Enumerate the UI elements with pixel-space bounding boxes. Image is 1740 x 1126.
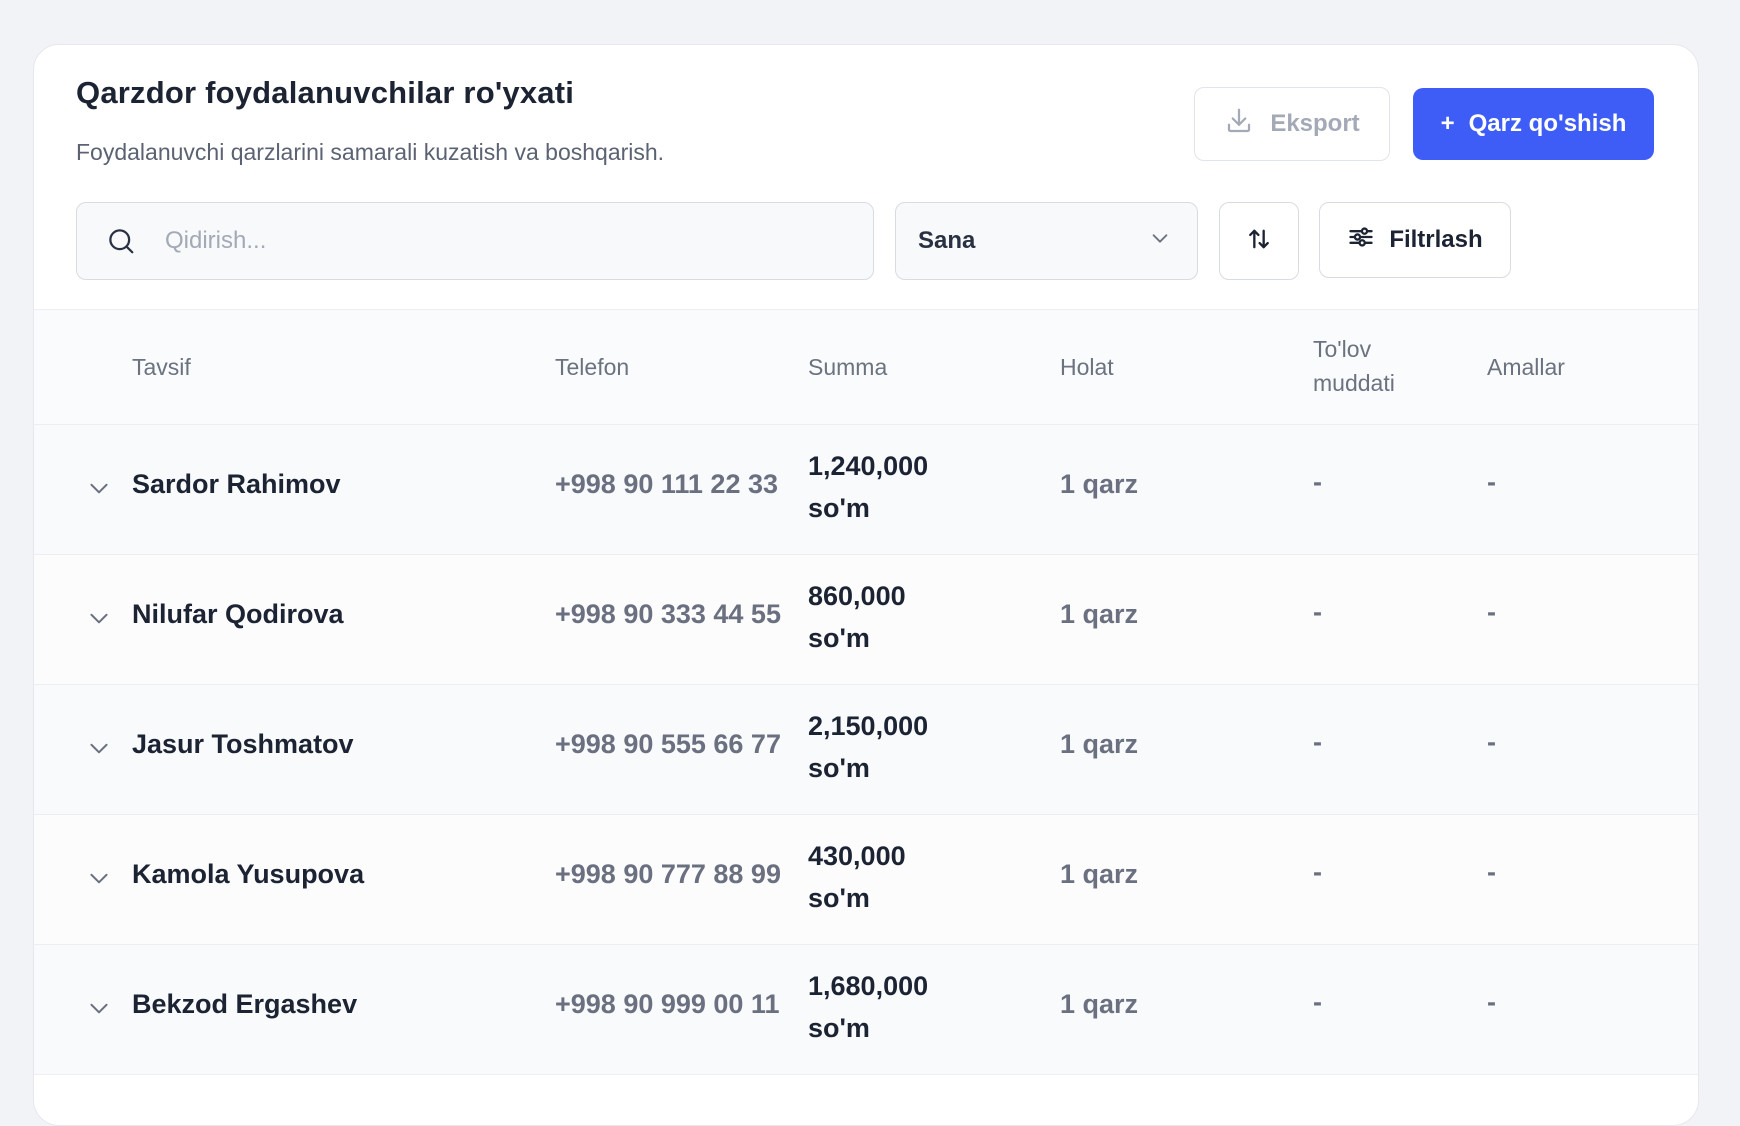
chevron-down-icon[interactable] bbox=[86, 995, 112, 1021]
debt-due-date: - bbox=[1313, 467, 1322, 497]
add-debt-label: Qarz qo'shish bbox=[1468, 110, 1627, 137]
debt-status: 1 qarz bbox=[1060, 989, 1139, 1019]
debt-status: 1 qarz bbox=[1060, 729, 1139, 759]
page-title: Qarzdor foydalanuvchilar ro'yxati bbox=[76, 75, 575, 110]
debtor-name: Jasur Toshmatov bbox=[132, 729, 354, 759]
debt-amount: 860,000 so'm bbox=[808, 575, 906, 659]
debtors-card: Qarzdor foydalanuvchilar ro'yxati Foydal… bbox=[33, 44, 1699, 1126]
debt-amount-currency: so'm bbox=[808, 1013, 870, 1043]
chevron-down-icon bbox=[1149, 227, 1171, 256]
row-actions: - bbox=[1487, 467, 1496, 497]
debtor-phone: +998 90 333 44 55 bbox=[555, 599, 781, 629]
table-body: Sardor Rahimov +998 90 111 22 33 1,240,0… bbox=[34, 425, 1698, 1075]
chevron-down-icon[interactable] bbox=[86, 605, 112, 631]
debtor-phone: +998 90 111 22 33 bbox=[555, 469, 778, 499]
column-header-description[interactable]: Tavsif bbox=[132, 350, 191, 384]
sort-field-select[interactable]: Sana bbox=[895, 202, 1198, 280]
debt-due-date: - bbox=[1313, 987, 1322, 1017]
column-header-due-date[interactable]: To'lov muddati bbox=[1313, 332, 1395, 400]
search-icon bbox=[105, 225, 137, 257]
row-actions: - bbox=[1487, 597, 1496, 627]
due-header-line1: To'lov bbox=[1313, 336, 1372, 362]
debt-amount: 430,000 so'm bbox=[808, 835, 906, 919]
table-row[interactable]: Jasur Toshmatov +998 90 555 66 77 2,150,… bbox=[34, 685, 1698, 815]
debt-amount: 1,240,000 so'm bbox=[808, 445, 928, 529]
debt-amount-value: 1,240,000 bbox=[808, 451, 929, 481]
column-header-amount[interactable]: Summa bbox=[808, 350, 887, 384]
chevron-down-icon[interactable] bbox=[86, 735, 112, 761]
debt-status: 1 qarz bbox=[1060, 599, 1139, 629]
debtor-name: Sardor Rahimov bbox=[132, 469, 341, 499]
sort-field-value: Sana bbox=[918, 227, 976, 254]
export-label: Eksport bbox=[1270, 110, 1360, 137]
card-header: Qarzdor foydalanuvchilar ro'yxati Foydal… bbox=[34, 45, 1698, 310]
debt-amount-value: 2,150,000 bbox=[808, 711, 929, 741]
debt-due-date: - bbox=[1313, 597, 1322, 627]
debt-amount: 2,150,000 so'm bbox=[808, 705, 928, 789]
due-header-line2: muddati bbox=[1313, 370, 1395, 396]
search-input[interactable] bbox=[163, 226, 847, 256]
table-row[interactable]: Sardor Rahimov +998 90 111 22 33 1,240,0… bbox=[34, 425, 1698, 555]
chevron-down-icon[interactable] bbox=[86, 475, 112, 501]
debt-amount-currency: so'm bbox=[808, 623, 870, 653]
table-header: Tavsif Telefon Summa Holat To'lov muddat… bbox=[34, 310, 1698, 425]
row-actions: - bbox=[1487, 987, 1496, 1017]
column-header-status[interactable]: Holat bbox=[1060, 350, 1114, 384]
debt-amount-value: 430,000 bbox=[808, 841, 906, 871]
debt-amount-currency: so'm bbox=[808, 883, 870, 913]
table-row[interactable]: Kamola Yusupova +998 90 777 88 99 430,00… bbox=[34, 815, 1698, 945]
debt-amount-currency: so'm bbox=[808, 753, 870, 783]
table-row[interactable]: Bekzod Ergashev +998 90 999 00 11 1,680,… bbox=[34, 945, 1698, 1075]
filter-label: Filtrlash bbox=[1389, 226, 1483, 253]
debtor-phone: +998 90 999 00 11 bbox=[555, 989, 780, 1019]
debt-amount-value: 860,000 bbox=[808, 581, 906, 611]
column-header-phone[interactable]: Telefon bbox=[555, 350, 629, 384]
debtor-phone: +998 90 555 66 77 bbox=[555, 729, 781, 759]
debtor-name: Bekzod Ergashev bbox=[132, 989, 358, 1019]
debt-amount-value: 1,680,000 bbox=[808, 971, 929, 1001]
debt-due-date: - bbox=[1313, 727, 1322, 757]
filter-button[interactable]: Filtrlash bbox=[1319, 202, 1511, 278]
sort-arrows-icon bbox=[1245, 225, 1273, 258]
column-header-actions: Amallar bbox=[1487, 354, 1565, 380]
debt-status: 1 qarz bbox=[1060, 469, 1139, 499]
download-icon bbox=[1224, 106, 1254, 143]
debt-amount: 1,680,000 so'm bbox=[808, 965, 928, 1049]
table-row[interactable]: Nilufar Qodirova +998 90 333 44 55 860,0… bbox=[34, 555, 1698, 685]
debt-status: 1 qarz bbox=[1060, 859, 1139, 889]
sliders-icon bbox=[1347, 223, 1375, 258]
debt-amount-currency: so'm bbox=[808, 493, 870, 523]
chevron-down-icon[interactable] bbox=[86, 865, 112, 891]
page-subtitle: Foydalanuvchi qarzlarini samarali kuzati… bbox=[76, 139, 665, 165]
row-actions: - bbox=[1487, 857, 1496, 887]
plus-icon: + bbox=[1440, 110, 1455, 137]
sort-direction-button[interactable] bbox=[1219, 202, 1299, 280]
debtor-phone: +998 90 777 88 99 bbox=[555, 859, 781, 889]
row-actions: - bbox=[1487, 727, 1496, 757]
debtor-name: Nilufar Qodirova bbox=[132, 599, 344, 629]
debt-due-date: - bbox=[1313, 857, 1322, 887]
debtor-name: Kamola Yusupova bbox=[132, 859, 365, 889]
export-button[interactable]: Eksport bbox=[1194, 87, 1390, 161]
add-debt-button[interactable]: + Qarz qo'shish bbox=[1413, 88, 1654, 160]
search-box bbox=[76, 202, 874, 280]
